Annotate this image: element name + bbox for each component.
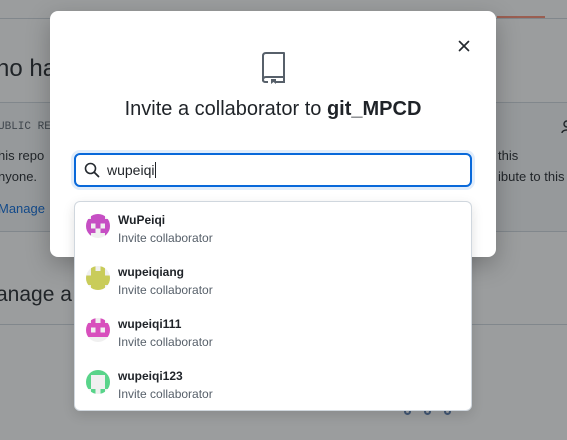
search-input[interactable]: wupeiqi	[107, 155, 457, 185]
suggestion-username: WuPeiqi	[118, 213, 166, 227]
suggestion-username: wupeiqi111	[118, 317, 182, 331]
search-input-value: wupeiqi	[107, 162, 155, 178]
suggestion-action: Invite collaborator	[118, 335, 213, 349]
suggestion-action: Invite collaborator	[118, 387, 213, 401]
suggestion-item[interactable]: wupeiqi123 Invite collaborator	[75, 358, 471, 410]
close-button[interactable]	[454, 36, 474, 56]
search-icon	[84, 162, 100, 178]
suggestions-dropdown: WuPeiqi Invite collaborator wupeiqiang I…	[74, 201, 472, 411]
collaborator-search-field[interactable]: wupeiqi	[74, 153, 472, 187]
suggestion-action: Invite collaborator	[118, 231, 213, 245]
dialog-title-prefix: Invite a collaborator to	[124, 98, 327, 120]
suggestion-item[interactable]: wupeiqiang Invite collaborator	[75, 254, 471, 306]
suggestion-action: Invite collaborator	[118, 283, 213, 297]
suggestion-item[interactable]: WuPeiqi Invite collaborator	[75, 202, 471, 254]
avatar	[86, 266, 110, 290]
avatar	[86, 214, 110, 238]
text-caret	[155, 162, 157, 178]
repo-icon	[262, 52, 285, 84]
avatar	[86, 370, 110, 394]
suggestion-username: wupeiqi123	[118, 369, 183, 383]
x-icon	[458, 40, 470, 52]
suggestion-username: wupeiqiang	[118, 265, 184, 279]
suggestion-item[interactable]: wupeiqi111 Invite collaborator	[75, 306, 471, 358]
dialog-title: Invite a collaborator to git_MPCD	[50, 98, 496, 121]
avatar	[86, 318, 110, 342]
repo-name: git_MPCD	[326, 98, 422, 120]
